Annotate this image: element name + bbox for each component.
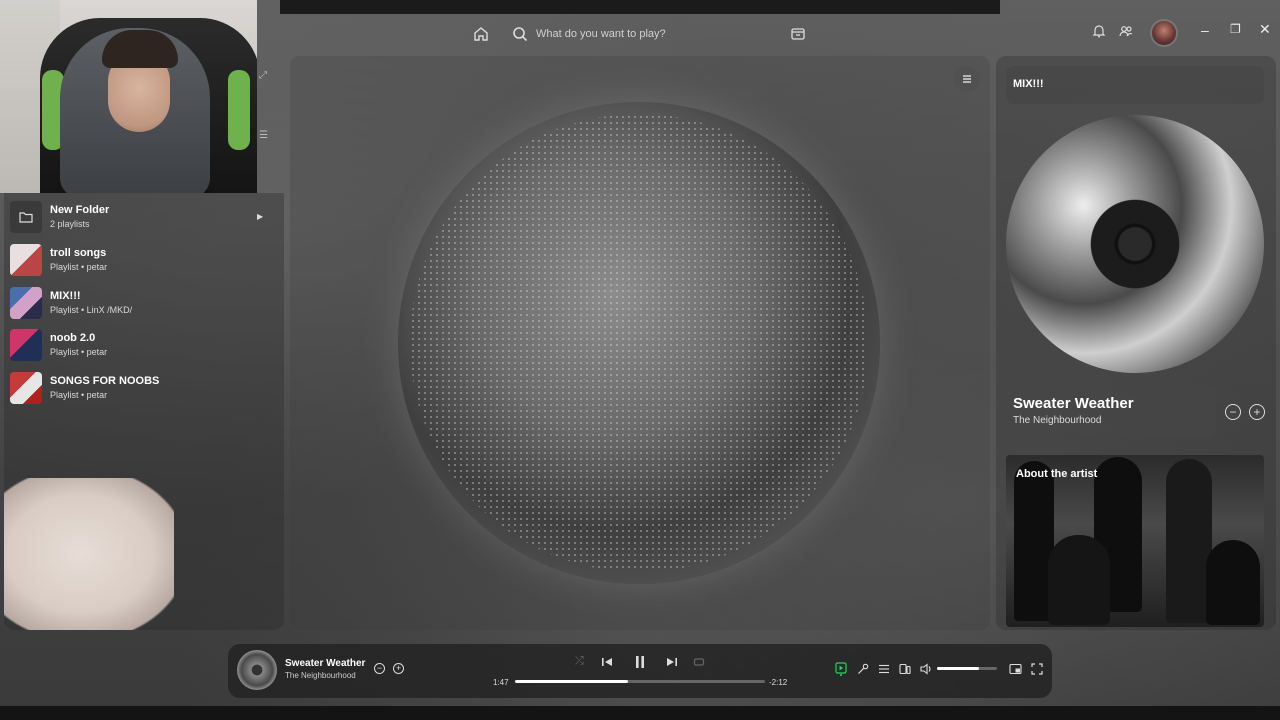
library-item-title: SONGS FOR NOOBS: [50, 375, 160, 387]
next-icon[interactable]: [666, 656, 678, 668]
user-avatar[interactable]: [1150, 19, 1178, 47]
playlist-cover: [10, 287, 42, 319]
visualizer-menu-button[interactable]: [954, 66, 980, 92]
search-bar[interactable]: [502, 18, 820, 50]
bottom-edge: [0, 706, 1280, 720]
now-playing-context-title[interactable]: MIX!!!: [1006, 66, 1264, 104]
library-item-playlist[interactable]: troll songs Playlist • petar: [10, 242, 107, 278]
notifications-button[interactable]: [1092, 24, 1106, 43]
browse-icon: [791, 28, 805, 40]
home-icon: [474, 27, 488, 41]
track-title[interactable]: Sweater Weather: [1013, 395, 1209, 412]
webcam-chair-accent: [228, 70, 250, 150]
menu-icon: [963, 75, 971, 83]
webcam-overlay: [0, 0, 257, 193]
playlist-cover: [10, 244, 42, 276]
library-item-title: MIX!!!: [50, 290, 81, 302]
library-item-subtitle: Playlist • petar: [50, 262, 108, 272]
remove-icon[interactable]: −: [1225, 404, 1241, 420]
artist-photo-figure: [1048, 535, 1110, 625]
remove-icon[interactable]: −: [374, 663, 385, 674]
library-item-playlist[interactable]: MIX!!! Playlist • LinX /MKD/: [10, 285, 132, 321]
browse-button[interactable]: [787, 22, 809, 44]
visualizer-particles: [410, 114, 868, 572]
search-input[interactable]: [536, 28, 776, 40]
library-item-title: New Folder: [50, 204, 110, 216]
about-artist-card[interactable]: About the artist: [1006, 455, 1264, 627]
repeat-icon[interactable]: [693, 656, 705, 668]
library-item-folder[interactable]: New Folder 2 playlists: [10, 199, 109, 235]
minimize-button[interactable]: –: [1201, 22, 1209, 38]
elapsed-time: 1:47: [493, 678, 509, 687]
library-item-title: noob 2.0: [50, 332, 96, 344]
top-bar: – ❐ ✕: [257, 16, 1280, 52]
library-item-playlist[interactable]: SONGS FOR NOOBS Playlist • petar: [10, 370, 159, 406]
volume-fill: [937, 667, 979, 670]
progress-bar[interactable]: [515, 680, 765, 683]
remaining-time: -2:12: [769, 678, 788, 687]
bell-icon: [1092, 25, 1106, 38]
track-artist[interactable]: The Neighbourhood: [1013, 415, 1209, 426]
add-icon[interactable]: +: [393, 663, 404, 674]
library-item-subtitle: Playlist • petar: [50, 347, 108, 357]
progress-fill: [515, 680, 628, 683]
maximize-button[interactable]: ❐: [1230, 22, 1241, 36]
webcam-person-hair: [102, 30, 178, 68]
folder-icon: [10, 201, 42, 233]
top-edge: [280, 0, 1000, 14]
library-item-subtitle: 2 playlists: [50, 219, 90, 229]
home-button[interactable]: [469, 22, 493, 46]
webcam-hand-overlay: [4, 478, 174, 630]
now-playing-artist[interactable]: The Neighbourhood: [285, 671, 356, 680]
friends-icon: [1119, 26, 1133, 37]
previous-icon[interactable]: [601, 656, 613, 668]
pause-icon[interactable]: [634, 655, 646, 669]
friend-activity-button[interactable]: [1119, 24, 1133, 43]
queue-icon[interactable]: [878, 663, 890, 675]
library-item-subtitle: Playlist • petar: [50, 390, 108, 400]
list-view-icon[interactable]: ☰: [259, 130, 268, 141]
volume-slider[interactable]: [937, 667, 997, 670]
library-item-title: troll songs: [50, 247, 107, 259]
add-icon[interactable]: +: [1249, 404, 1265, 420]
now-playing-track-card: Sweater Weather The Neighbourhood: [1006, 385, 1216, 437]
fullscreen-icon[interactable]: [1031, 663, 1043, 675]
close-button[interactable]: ✕: [1259, 21, 1271, 38]
chevron-right-icon[interactable]: ▶: [257, 212, 263, 221]
playlist-cover: [10, 329, 42, 361]
now-playing-cover[interactable]: [237, 650, 277, 690]
now-playing-view-icon[interactable]: [835, 662, 847, 676]
expand-icon[interactable]: ⤢: [259, 70, 267, 81]
playlist-cover: [10, 372, 42, 404]
library-item-subtitle: Playlist • LinX /MKD/: [50, 305, 133, 315]
miniplayer-icon[interactable]: [1009, 663, 1022, 675]
album-vinyl: [1006, 115, 1264, 373]
lyrics-icon[interactable]: [857, 663, 869, 675]
about-artist-label: About the artist: [1016, 468, 1098, 480]
now-playing-title[interactable]: Sweater Weather: [285, 658, 365, 669]
search-icon: [513, 27, 528, 42]
shuffle-icon[interactable]: ⤮: [575, 655, 584, 668]
artist-photo-figure: [1206, 540, 1260, 625]
library-item-playlist[interactable]: noob 2.0 Playlist • petar: [10, 327, 107, 363]
volume-icon[interactable]: [920, 663, 933, 675]
connect-device-icon[interactable]: [899, 663, 911, 675]
